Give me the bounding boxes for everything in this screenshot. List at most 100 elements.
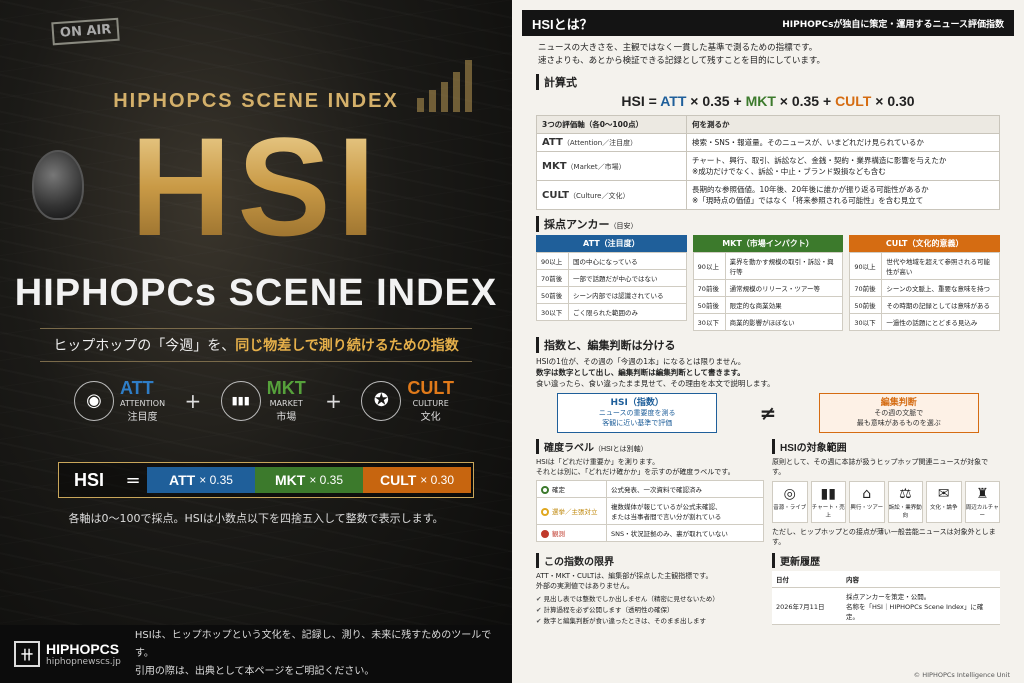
scope-section: HSIの対象範囲 原則として、その週に本誌が扱うヒップホップ関連ニュースが対象で… bbox=[772, 439, 1000, 547]
gavel-icon: ⚖ bbox=[898, 486, 912, 502]
calc-row-desc: 長期的な参照価値。10年後、20年後に誰かが振り返る可能性があるか bbox=[692, 185, 929, 194]
table-row: 90以上 業界を動かす規模の取引・訴訟・興行等 bbox=[692, 252, 844, 280]
anchor-desc: ごく限られた範囲のみ bbox=[568, 303, 687, 321]
conf-desc-2: または当事者間で言い分が割れている bbox=[611, 513, 722, 521]
calc-row-jp: （Market／市場） bbox=[566, 162, 626, 171]
speech-bubble-icon: ✉ bbox=[937, 486, 950, 502]
axis-cult-code: CULT bbox=[407, 378, 454, 398]
axis-mkt-en: MARKET bbox=[269, 399, 303, 408]
table-row: 70前後 シーンの文脈上、重要な意味を持つ bbox=[849, 279, 1001, 297]
logo-url[interactable]: hiphopnewscs.jp bbox=[46, 657, 121, 667]
conf-subtitle: （HSIとは別軸） bbox=[594, 446, 648, 453]
anchor-desc: 一部で話題だが中心ではない bbox=[568, 269, 687, 287]
anchor-subtitle: （目安） bbox=[609, 223, 638, 230]
scope-item: ✉ 文化・論争 bbox=[926, 481, 962, 523]
anchor-cult-head: CULT（文化的意義） bbox=[849, 235, 1001, 252]
conf-line-1: HSIは「どれだけ重要か」を測ります。 bbox=[536, 458, 660, 466]
anchor-score: 70前後 bbox=[849, 279, 883, 297]
formula-mkt: MKT bbox=[274, 472, 306, 488]
doc-intro: ニュースの大きさを、主観ではなく一貫した基準で測るための指標です。 速さよりも、… bbox=[522, 36, 1014, 68]
doc-formula-w2: × 0.35 + bbox=[779, 93, 832, 109]
anchor-desc: 一過性の話題にとどまる見込み bbox=[881, 313, 1001, 331]
anchor-title: 採点アンカー（目安） bbox=[536, 216, 1000, 232]
anchor-title-text: 採点アンカー bbox=[544, 219, 610, 231]
anchor-cult: CULT（文化的意義） 90以上 世代や地域を超えて参照される可能性が高い 70前… bbox=[849, 235, 1001, 331]
table-row: 90以上 国の中心になっている bbox=[536, 252, 687, 270]
list-item: 数字と編集判断が食い違ったときは、そのまま出します bbox=[536, 616, 764, 627]
limit-line-1: ATT・MKT・CULTは、編集部が採点した主観指標です。 bbox=[536, 572, 713, 580]
formula-att-segment: ATT × 0.35 bbox=[147, 467, 255, 493]
limit-section: この指数の限界 ATT・MKT・CULTは、編集部が採点した主観指標です。 外部… bbox=[536, 553, 764, 627]
calc-row-jp: （Attention／注目度） bbox=[562, 139, 638, 147]
copyright: © HIPHOPCs Intelligence Unit bbox=[913, 671, 1010, 679]
list-item: 計算過程を必ず公開します（透明性の確保） bbox=[536, 605, 764, 616]
scope-item: ◎ 音源・ライブ bbox=[772, 481, 808, 523]
judge-line-3: 食い違ったら、食い違ったまま見せて、その理由を本文で説明します。 bbox=[536, 379, 775, 388]
editorial-box-line-2: 最も意味があるものを選ぶ bbox=[856, 419, 941, 427]
poster-tagline: ヒップホップの「今週」を、同じ物差しで測り続けるための指数 bbox=[40, 328, 472, 362]
hsi-poster: ON AIR HIPHOPCS SCENE INDEX HSI HIPHOPCs… bbox=[0, 0, 512, 683]
axis-att-jp: 注目度 bbox=[127, 412, 158, 423]
footer-line-1: HSIは、ヒップホップという文化を、記録し、測り、未来に残すためのツールです。 bbox=[134, 630, 492, 659]
hist-content-1: 採点アンカーを策定・公開。 bbox=[846, 593, 931, 601]
axis-att-en: ATTENTION bbox=[120, 399, 166, 408]
doc-formula-mkt: MKT bbox=[745, 93, 776, 109]
calc-row-code: CULT bbox=[542, 189, 569, 201]
conf-table: 確定 公式発表、一次資料で確認済み 選挙／主張対立 複数媒体が報じているが公式未確認… bbox=[536, 480, 764, 542]
axis-cult-en: CULTURE bbox=[412, 399, 449, 408]
table-row: ATT（Attention／注目度） 検索・SNS・報道量。そのニュースが、いま… bbox=[536, 133, 1000, 152]
axis-mkt: ▮▮▮ MKT MARKET 市場 bbox=[220, 378, 306, 423]
confirmed-dot-icon bbox=[541, 486, 549, 494]
conf-title: 確度ラベル（HSIとは別軸） bbox=[536, 439, 764, 454]
calc-row-code: ATT bbox=[542, 137, 563, 148]
anchor-score: 30以下 bbox=[536, 303, 569, 321]
calc-title: 計算式 bbox=[536, 74, 1000, 90]
intro-line-1: ニュースの大きさを、主観ではなく一貫した基準で測るための指標です。 bbox=[538, 43, 818, 53]
doc-formula-hsi: HSI bbox=[621, 93, 645, 109]
chart-icon: ▮▮ bbox=[820, 486, 836, 502]
judge-text: HSIの1位が、その週の「今週の1本」になるとは限りません。 数字は数字として出… bbox=[536, 356, 1000, 389]
anchor-desc: その時期の記録としては意味がある bbox=[881, 296, 1001, 314]
table-row: 30以下 ごく限られた範囲のみ bbox=[536, 303, 687, 321]
poster-formula: HSI = ATT × 0.35 MKT × 0.35 CULT × 0.30 bbox=[58, 462, 474, 498]
calc-row-jp: （Culture／文化） bbox=[569, 191, 630, 200]
anchor-score: 50前後 bbox=[849, 296, 883, 314]
not-equal-icon: ≠ bbox=[759, 401, 777, 425]
formula-att-weight: × 0.35 bbox=[199, 473, 233, 487]
axes-row: ◉ ATT ATTENTION 注目度 + ▮▮▮ MKT MARKET 市場 … bbox=[74, 378, 454, 423]
tagline-part-a: ヒップホップの「今週」を、 bbox=[53, 338, 236, 354]
doc-formula-w1: × 0.35 + bbox=[690, 93, 742, 109]
hiphopcs-logo[interactable]: 卄 HIPHOPCS hiphopnewscs.jp bbox=[14, 641, 121, 667]
conf-label: 選挙／主張対立 bbox=[552, 508, 598, 516]
anchor-score: 50前後 bbox=[536, 286, 569, 304]
hist-content-2: 名称を「HSI｜HIPHOPCs Scene Index」に確定。 bbox=[846, 603, 984, 621]
footer-line-2: 引用の際は、出典として本ページをご明記ください。 bbox=[134, 666, 375, 677]
anchor-desc: 商業的影響がほぼない bbox=[724, 313, 844, 331]
scope-label: 文化・論争 bbox=[929, 505, 958, 511]
scope-label: チャート・売上 bbox=[811, 505, 845, 519]
list-item: 見出し表では整数でしか出しません（精密に見せないため） bbox=[536, 594, 764, 605]
table-row: 50前後 その時期の記録としては意味がある bbox=[849, 296, 1001, 314]
table-row: 90以上 世代や地域を超えて参照される可能性が高い bbox=[849, 252, 1001, 280]
anchor-desc: シーンの文脈上、重要な意味を持つ bbox=[881, 279, 1001, 297]
scope-item: ▮▮ チャート・売上 bbox=[810, 481, 846, 523]
calc-head-axis: 3つの評価軸（各0〜100点） bbox=[536, 115, 687, 134]
doc-header: HSIとは？ HIPHOPCsが独自に策定・運用するニュース評価指数 bbox=[522, 10, 1014, 36]
history-section: 更新履歴 日付 内容 2026年7月11日 採点アンカーを策定・公開。 名称を「HSI… bbox=[772, 553, 1000, 627]
scope-label: 音源・ライブ bbox=[773, 505, 807, 511]
observed-dot-icon bbox=[541, 530, 549, 538]
anchor-att-head: ATT（注目度） bbox=[536, 235, 687, 252]
doc-formula-cult: CULT bbox=[835, 93, 872, 109]
eye-icon: ◉ bbox=[74, 380, 114, 421]
judge-section: 指数と、編集判断は分ける HSIの1位が、その週の「今週の1本」になるとは限りま… bbox=[522, 337, 1014, 433]
anchor-desc: 業界を動かす規模の取引・訴訟・興行等 bbox=[724, 252, 844, 280]
table-row: 確定 公式発表、一次資料で確認済み bbox=[536, 480, 764, 498]
doc-strap: HIPHOPCsが独自に策定・運用するニュース評価指数 bbox=[782, 19, 1004, 30]
formula-cult-segment: CULT × 0.30 bbox=[363, 467, 471, 493]
anchor-desc: 限定的な商業効果 bbox=[724, 296, 844, 314]
scope-item: ⚖ 訴訟・業界動向 bbox=[887, 481, 923, 523]
anchor-score: 90以上 bbox=[536, 252, 569, 270]
editorial-box-line-1: その週の文脈で bbox=[874, 409, 924, 417]
bar-chart-icon: ▮▮▮ bbox=[220, 380, 261, 421]
conf-line-2: それとは別に、「どれだけ確かか」を示すのが確度ラベルです。 bbox=[536, 468, 735, 476]
